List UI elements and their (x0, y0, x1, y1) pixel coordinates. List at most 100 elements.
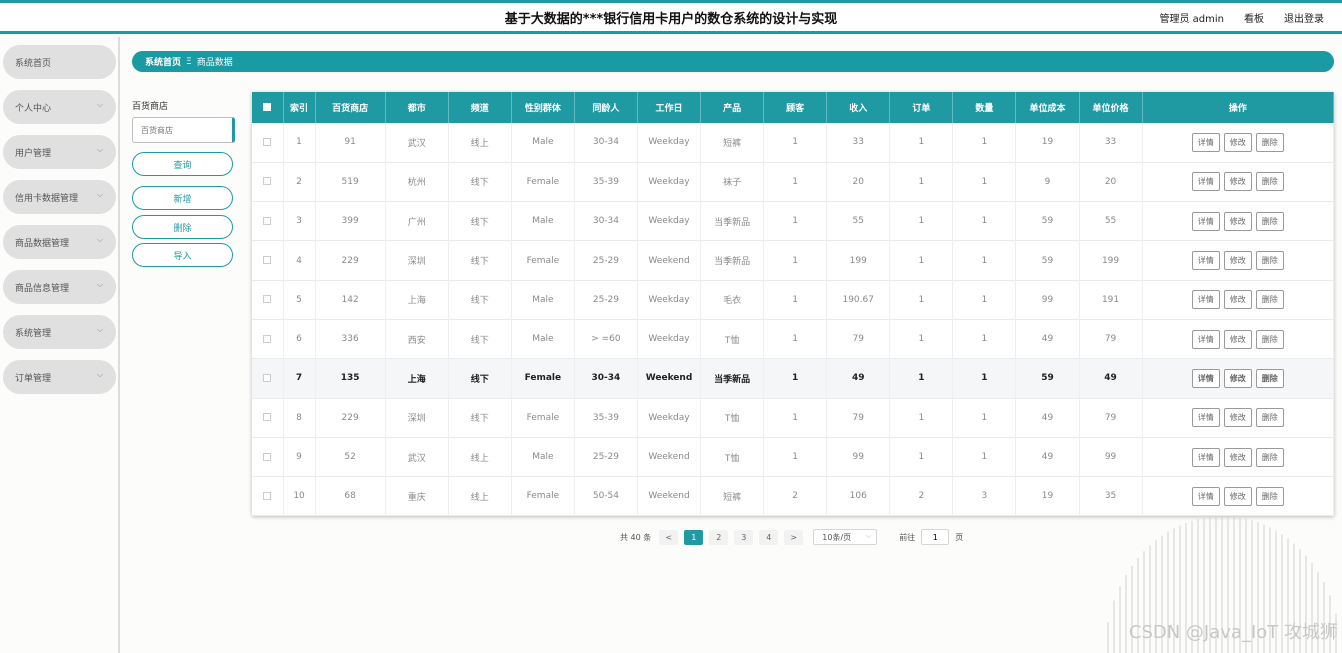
sidebar-item[interactable]: 信用卡数据管理 ⌵ (3, 180, 116, 214)
table-cell: 1 (889, 123, 954, 163)
delete-button[interactable]: 删除 (1255, 329, 1284, 349)
row-checkbox[interactable] (252, 123, 284, 163)
batch-delete-button[interactable]: 删除 (132, 215, 233, 239)
table-cell: 30-34 (574, 123, 638, 163)
row-checkbox[interactable] (252, 240, 284, 281)
row-checkbox[interactable] (252, 398, 284, 438)
edit-button[interactable]: 修改 (1223, 172, 1252, 192)
row-checkbox[interactable] (252, 280, 284, 320)
page-number-button[interactable]: 1 (684, 529, 704, 545)
table-cell: 1 (283, 123, 316, 163)
goto-page-input[interactable] (921, 529, 950, 545)
breadcrumb-home[interactable]: 系统首页 (145, 55, 181, 68)
delete-button[interactable]: 删除 (1255, 251, 1284, 271)
table-cell: 毛衣 (700, 280, 765, 320)
delete-button[interactable]: 删除 (1255, 172, 1284, 192)
table-cell: Male (511, 201, 575, 241)
store-search-input[interactable] (132, 117, 235, 143)
delete-button[interactable]: 删除 (1255, 408, 1284, 428)
table-cell: 55 (826, 201, 891, 241)
admin-user-label[interactable]: 管理员 admin (1159, 10, 1224, 25)
logout-link[interactable]: 退出登录 (1284, 10, 1324, 25)
delete-button[interactable]: 删除 (1255, 132, 1284, 152)
import-button[interactable]: 导入 (132, 243, 233, 267)
detail-button[interactable]: 详情 (1191, 408, 1220, 428)
table-cell: 西安 (385, 319, 449, 359)
sidebar-item[interactable]: 订单管理 ⌵ (3, 360, 116, 394)
detail-button[interactable]: 详情 (1191, 132, 1220, 152)
next-page-button[interactable]: > (784, 529, 804, 545)
detail-button[interactable]: 详情 (1191, 486, 1220, 506)
delete-button[interactable]: 删除 (1255, 486, 1284, 506)
board-link[interactable]: 看板 (1244, 10, 1264, 25)
detail-button[interactable]: 详情 (1191, 368, 1220, 388)
table-cell: 52 (315, 437, 386, 477)
edit-button[interactable]: 修改 (1223, 211, 1252, 231)
edit-button[interactable]: 修改 (1223, 132, 1252, 152)
row-checkbox[interactable] (252, 201, 284, 241)
edit-button[interactable]: 修改 (1223, 251, 1252, 271)
delete-button[interactable]: 删除 (1255, 211, 1284, 231)
row-checkbox[interactable] (252, 358, 284, 399)
delete-button[interactable]: 删除 (1255, 368, 1284, 388)
detail-button[interactable]: 详情 (1191, 447, 1220, 467)
edit-button[interactable]: 修改 (1223, 368, 1252, 388)
table-cell: 1 (763, 319, 828, 359)
table-cell: 线下 (448, 398, 512, 438)
row-actions: 详情 修改 删除 (1142, 201, 1335, 241)
sidebar-item[interactable]: 系统管理 ⌵ (3, 315, 116, 349)
detail-button[interactable]: 详情 (1191, 329, 1220, 349)
table-cell: 1 (889, 201, 954, 241)
table-cell: 1 (952, 358, 1017, 399)
table-cell: 399 (315, 201, 386, 241)
table-row: 1 91 武汉 线上 Male 30-34 Weekday 短裤 1 33 1 1 19 33 详情 修改 删除 (252, 123, 1335, 163)
sidebar-item[interactable]: 商品数据管理 ⌵ (3, 225, 116, 259)
delete-button[interactable]: 删除 (1255, 290, 1284, 310)
app-title: 基于大数据的***银行信用卡用户的数仓系统的设计与实现 (504, 12, 838, 27)
page-number-button[interactable]: 2 (709, 529, 729, 545)
table-cell: 35-39 (574, 398, 638, 438)
sidebar-item[interactable]: 个人中心 ⌵ (3, 90, 116, 124)
query-button[interactable]: 查询 (132, 152, 233, 176)
detail-button[interactable]: 详情 (1191, 251, 1220, 271)
table-cell: 线下 (448, 319, 512, 359)
detail-button[interactable]: 详情 (1191, 211, 1220, 231)
page-number-button[interactable]: 4 (759, 529, 779, 545)
edit-button[interactable]: 修改 (1223, 486, 1252, 506)
row-checkbox[interactable] (252, 476, 284, 516)
sidebar-item[interactable]: 系统首页 (3, 45, 116, 79)
table-cell: Male (511, 319, 575, 359)
detail-button[interactable]: 详情 (1191, 290, 1220, 310)
table-cell: 线下 (448, 358, 512, 399)
edit-button[interactable]: 修改 (1223, 329, 1252, 349)
sidebar-item[interactable]: 用户管理 ⌵ (3, 135, 116, 169)
row-checkbox[interactable] (252, 162, 284, 202)
row-checkbox[interactable] (252, 319, 284, 359)
sidebar-item[interactable]: 商品信息管理 ⌵ (3, 270, 116, 304)
sidebar-item-label: 系统管理 (15, 328, 52, 339)
row-actions: 详情 修改 删除 (1142, 319, 1335, 359)
chevron-down-icon: ⌵ (96, 190, 103, 199)
row-checkbox[interactable] (252, 437, 284, 477)
sidebar-item-label: 商品数据管理 (15, 238, 70, 249)
table-row: 3 399 广州 线下 Male 30-34 Weekday 当季新品 1 55 1 1 59 55 详情修… (252, 201, 1335, 241)
table-cell: 135 (315, 358, 386, 399)
table-cell: 519 (315, 162, 386, 202)
row-actions: 详情 修改 删除 (1142, 280, 1335, 320)
table-cell: Weekday (637, 280, 702, 320)
table-cell: 199 (1079, 240, 1143, 281)
page-number-button[interactable]: 3 (734, 529, 754, 545)
edit-button[interactable]: 修改 (1223, 447, 1252, 467)
add-button[interactable]: 新增 (132, 186, 233, 210)
table-cell: 武汉 (385, 123, 449, 163)
table-row: 9 52 武汉 线上 Male 25-29 Weekend T恤 1 99 1 1 49 99 详情 修改 删除 (252, 437, 1335, 477)
select-all-checkbox[interactable] (252, 92, 284, 123)
detail-button[interactable]: 详情 (1191, 172, 1220, 192)
column-header: 同龄人 (574, 92, 638, 123)
edit-button[interactable]: 修改 (1223, 290, 1252, 310)
page-size-select[interactable]: 10条/页 ⌵ (813, 529, 878, 545)
edit-button[interactable]: 修改 (1223, 408, 1252, 428)
delete-button[interactable]: 删除 (1255, 447, 1284, 467)
table-cell: 1 (889, 398, 954, 438)
prev-page-button[interactable]: < (659, 529, 679, 545)
